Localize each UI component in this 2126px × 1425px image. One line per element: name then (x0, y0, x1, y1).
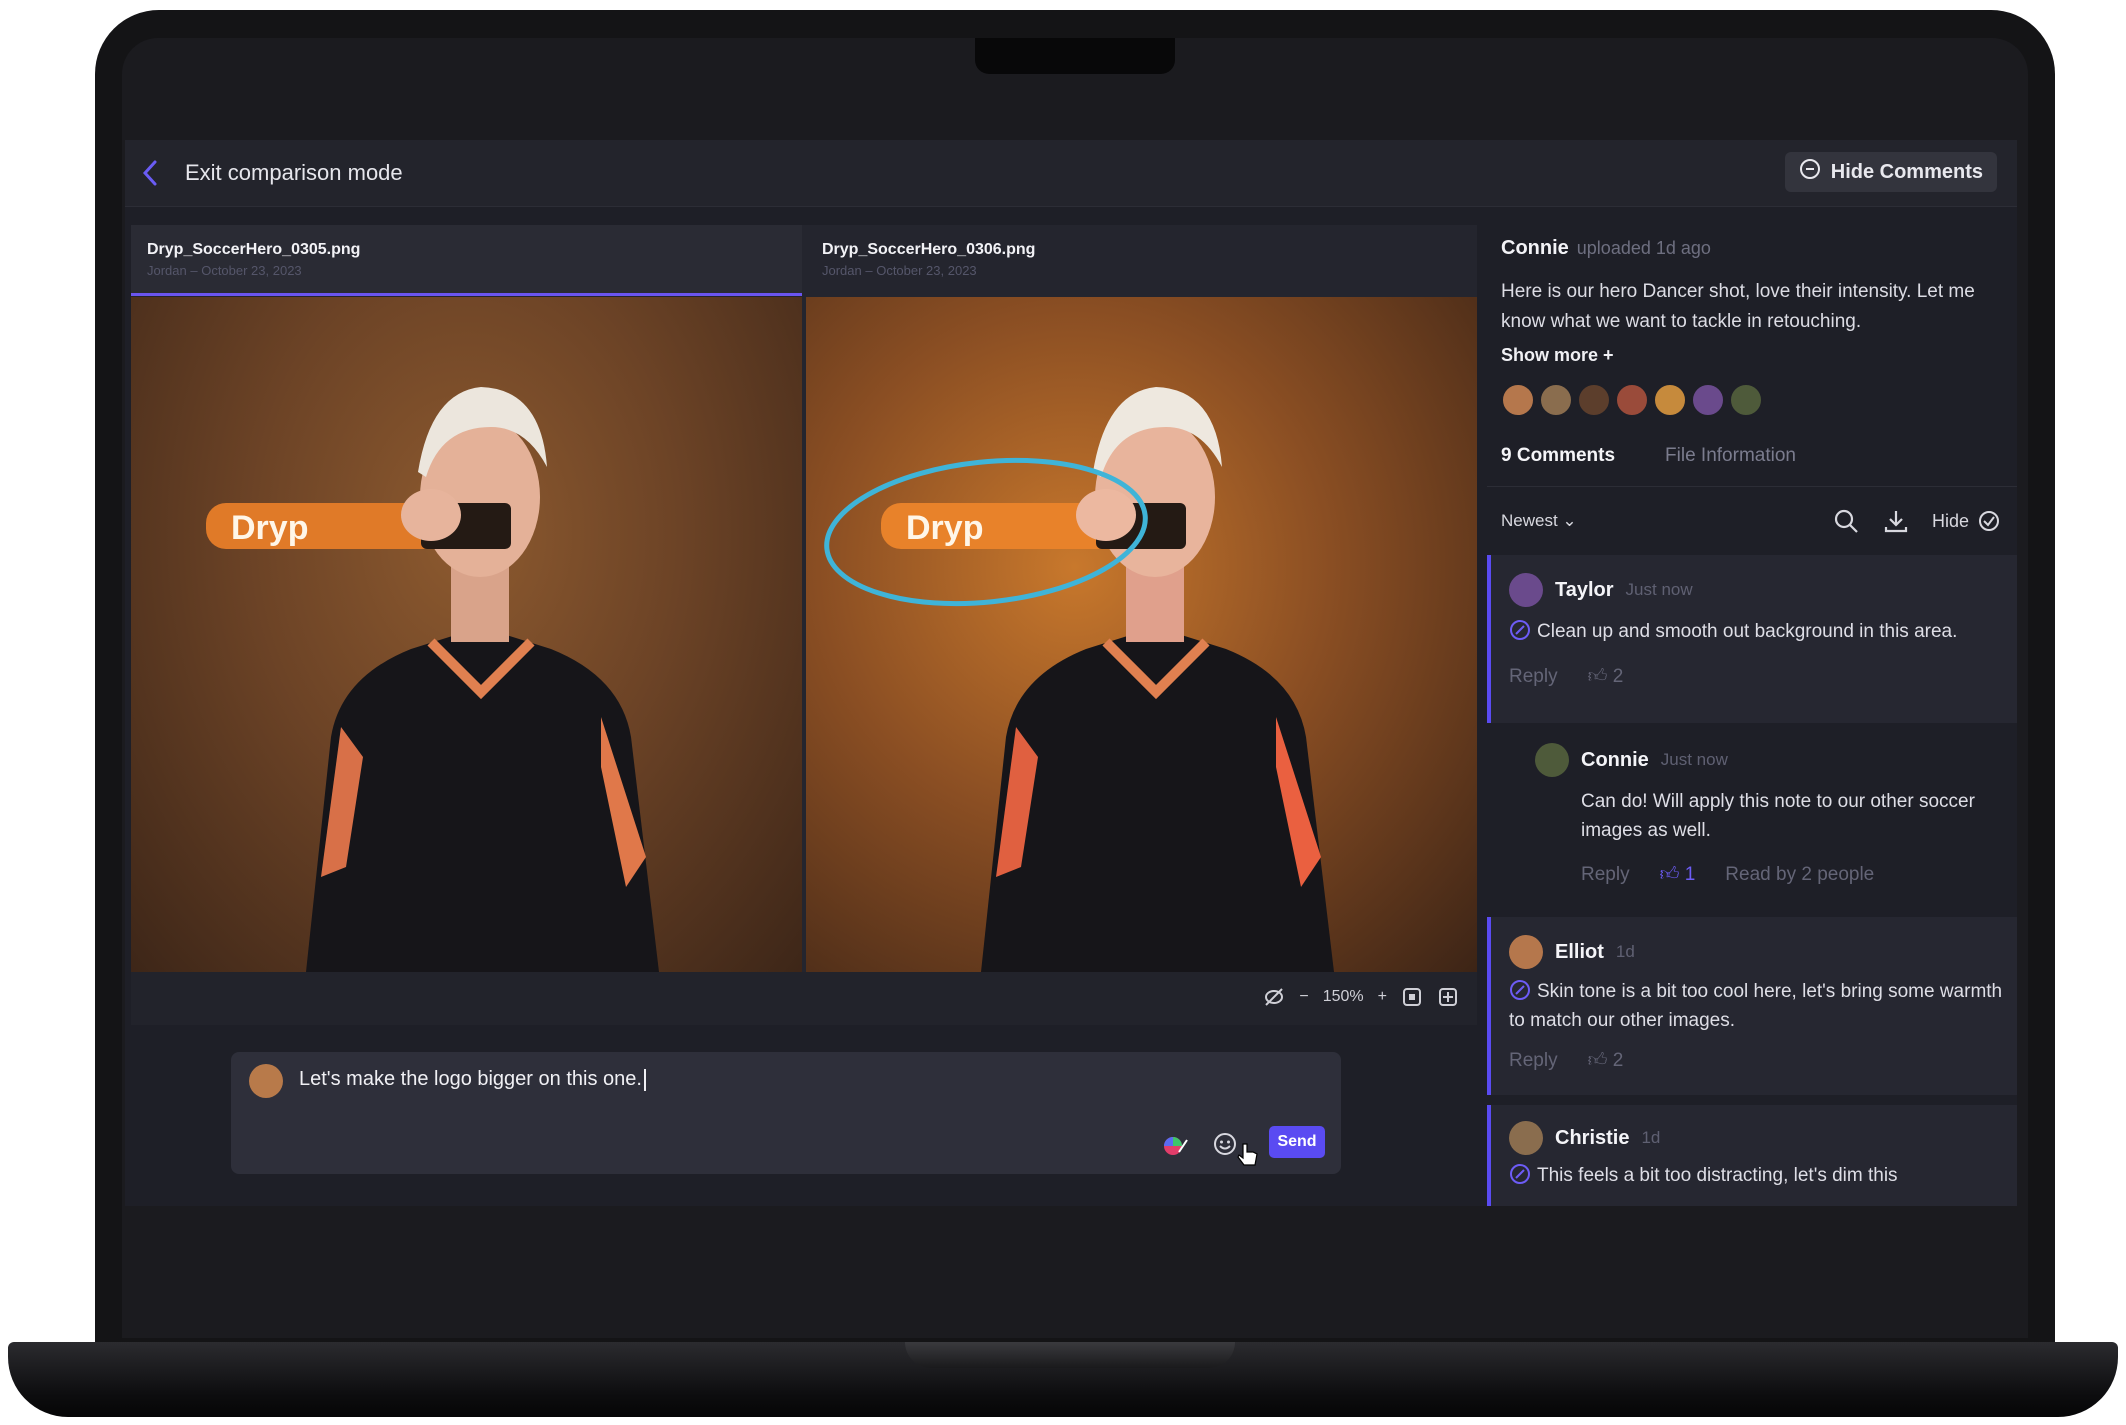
comment-reply[interactable]: Connie Just now Can do! Will apply this … (1487, 723, 2017, 917)
comments-panel: Connie uploaded 1d ago Here is our hero D… (1487, 225, 2017, 1206)
comment-text: Can do! Will apply this note to our othe… (1581, 791, 1975, 841)
hide-comments-button[interactable]: Hide Comments (1784, 152, 1997, 192)
avatar[interactable] (1691, 383, 1725, 417)
hide-label: Hide (1931, 510, 1969, 531)
read-receipt: Read by 2 people (1725, 863, 1875, 885)
check-circle-icon (1979, 511, 1999, 531)
file-meta-right: Jordan – October 23, 2023 (822, 263, 977, 278)
filename-right: Dryp_SoccerHero_0306.png (822, 241, 1036, 258)
comment-time: 1d (1641, 1128, 1661, 1147)
camera-notch (975, 38, 1175, 74)
uploader-name: Connie (1501, 237, 1569, 259)
pin-icon (1510, 980, 1530, 1000)
thumbs-up-icon: 👍︎ (1659, 864, 1680, 885)
avatar (1509, 935, 1543, 969)
hide-resolved-toggle[interactable]: Hide (1932, 509, 2001, 533)
pin-icon (1510, 620, 1530, 640)
avatar[interactable] (1501, 383, 1535, 417)
viewer-avatars (1501, 383, 1767, 417)
thumbs-up-icon: 👍︎ (1587, 1050, 1608, 1071)
comment-author: Christie (1555, 1126, 1630, 1149)
file-description: Here is our hero Dancer shot, love their… (1501, 281, 1975, 332)
sort-dropdown[interactable]: Newest ⌄ (1501, 511, 1577, 531)
divider (1487, 486, 2017, 487)
comment-thread[interactable]: Christie 1d This feels a bit too distrac… (1487, 1105, 2017, 1206)
laptop-hinge (905, 1342, 1235, 1368)
comment-text: Skin tone is a bit too cool here, let's … (1509, 981, 2003, 1031)
hide-comments-label: Hide Comments (1830, 160, 1983, 183)
comment-time: Just now (1660, 750, 1728, 769)
back-chevron-icon[interactable] (139, 158, 163, 188)
comment-time: 1d (1615, 942, 1635, 961)
avatar[interactable] (1577, 383, 1611, 417)
reply-button[interactable]: Reply (1509, 666, 1558, 688)
image-right[interactable]: Dryp (806, 297, 1477, 972)
comment-composer[interactable]: Let's make the logo bigger on this one. … (231, 1052, 1341, 1174)
like-count: 2 (1612, 1050, 1624, 1071)
tab-comments[interactable]: 9 Comments (1501, 445, 1615, 477)
tab-file-information[interactable]: File Information (1665, 445, 1796, 477)
sort-row: Newest ⌄ Hide (1501, 503, 2001, 543)
zoom-in-button[interactable]: + (1378, 988, 1387, 1006)
comparison-viewer: Dryp_SoccerHero_0305.png Jordan – Octobe… (131, 225, 1477, 1025)
like-count: 2 (1612, 666, 1624, 687)
color-picker-icon[interactable] (1161, 1130, 1189, 1158)
pin-icon (1510, 1164, 1530, 1184)
sort-label: Newest (1501, 511, 1558, 530)
zoom-out-button[interactable]: − (1299, 988, 1308, 1006)
like-button[interactable]: 👍︎ 2 (1588, 665, 1624, 688)
chevron-down-icon: ⌄ (1562, 511, 1577, 530)
avatar[interactable] (1653, 383, 1687, 417)
send-button[interactable]: Send (1269, 1126, 1325, 1158)
comment-time: Just now (1625, 580, 1693, 599)
show-more-link[interactable]: Show more + (1501, 345, 1614, 366)
avatar (1535, 743, 1569, 777)
avatar[interactable] (1539, 383, 1573, 417)
logo-right: Dryp (906, 509, 983, 547)
app-window: Exit comparison mode Hide Comments Dryp_… (125, 140, 2017, 1206)
like-count: 1 (1684, 864, 1696, 885)
top-bar: Exit comparison mode Hide Comments (125, 140, 2017, 207)
exit-comparison-link[interactable]: Exit comparison mode (185, 160, 403, 186)
download-icon[interactable] (1882, 507, 1910, 535)
like-button[interactable]: 👍︎ 1 (1660, 863, 1696, 886)
pane-header-right[interactable]: Dryp_SoccerHero_0306.png Jordan – Octobe… (806, 225, 1477, 293)
avatar (1509, 1121, 1543, 1155)
logo-left: Dryp (231, 509, 308, 547)
comment-author: Connie (1581, 748, 1649, 771)
upload-time: uploaded 1d ago (1576, 238, 1711, 258)
filename-left: Dryp_SoccerHero_0305.png (147, 241, 361, 258)
eye-off-icon[interactable] (1263, 986, 1285, 1008)
image-left[interactable]: Dryp (131, 297, 802, 972)
reply-button[interactable]: Reply (1581, 864, 1630, 886)
zoom-level: 150% (1322, 988, 1364, 1005)
uploader-line: Connie uploaded 1d ago (1501, 237, 1711, 260)
like-button[interactable]: 👍︎ 2 (1588, 1049, 1624, 1072)
panel-tabs: 9 Comments File Information (1501, 445, 1796, 477)
avatar[interactable] (1729, 383, 1763, 417)
fit-screen-icon[interactable] (1401, 986, 1423, 1008)
thumbs-up-icon: 👍︎ (1587, 666, 1608, 687)
avatar (249, 1064, 283, 1098)
comment-author: Elliot (1555, 940, 1604, 963)
avatar (1509, 573, 1543, 607)
comment-input[interactable]: Let's make the logo bigger on this one. (299, 1068, 646, 1091)
comment-text: This feels a bit too distracting, let's … (1537, 1165, 1898, 1186)
comment-text: Clean up and smooth out background in th… (1537, 621, 1958, 642)
zoom-toolbar: − 150% + (131, 972, 1477, 1025)
comment-thread[interactable]: Elliot 1d Skin tone is a bit too cool he… (1487, 917, 2017, 1095)
reply-button[interactable]: Reply (1509, 1050, 1558, 1072)
comment-author: Taylor (1555, 578, 1614, 601)
comment-thread[interactable]: Taylor Just now Clean up and smooth out … (1487, 555, 2017, 723)
pointer-cursor-icon (1237, 1143, 1258, 1166)
comment-icon (1799, 158, 1821, 186)
pane-header-left[interactable]: Dryp_SoccerHero_0305.png Jordan – Octobe… (131, 225, 802, 296)
search-icon[interactable] (1832, 507, 1860, 535)
fullscreen-icon[interactable] (1437, 986, 1459, 1008)
file-meta-left: Jordan – October 23, 2023 (147, 263, 302, 278)
avatar[interactable] (1615, 383, 1649, 417)
